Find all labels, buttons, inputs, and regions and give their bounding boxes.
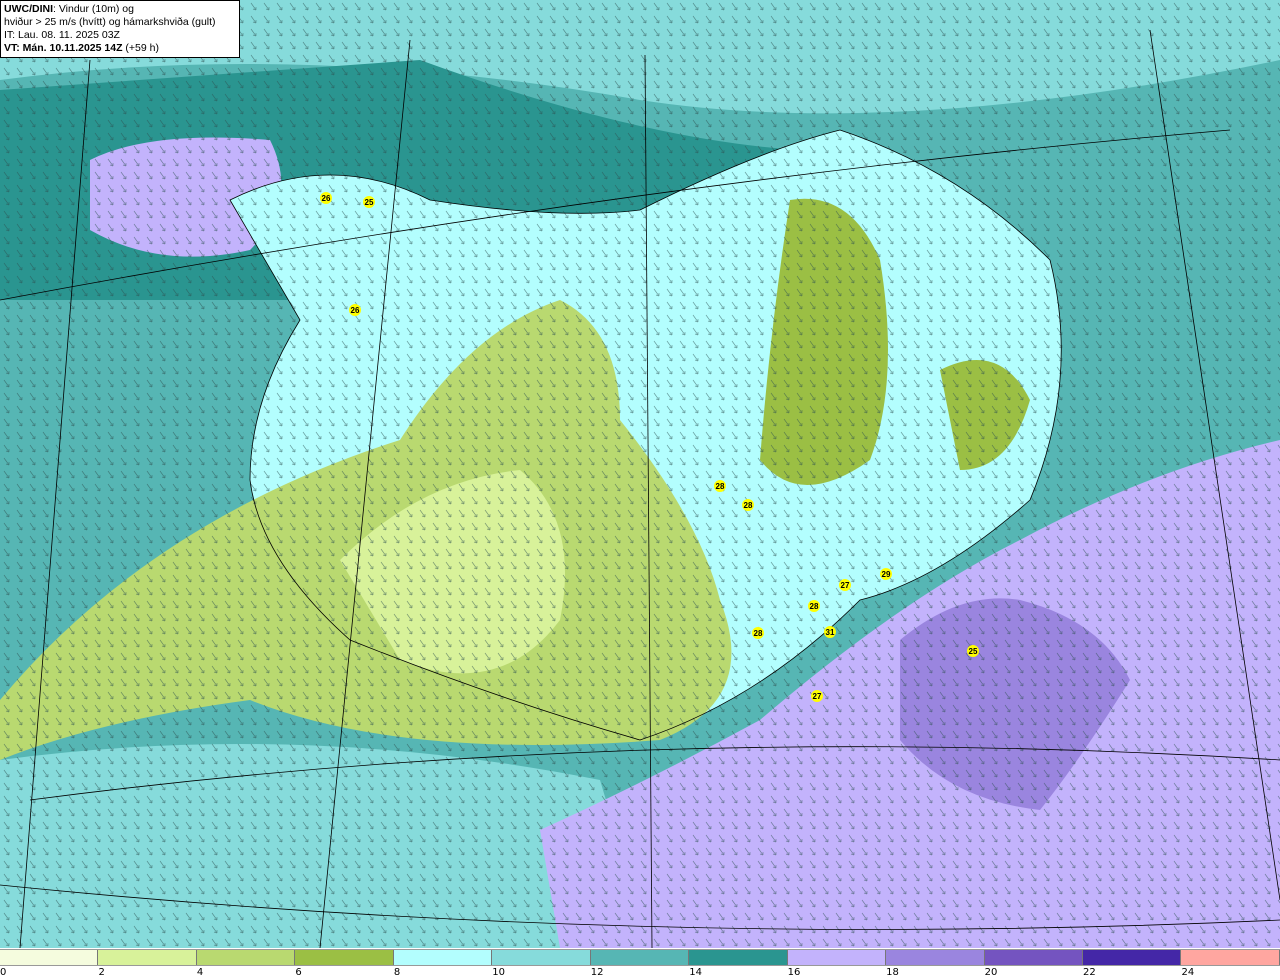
max-gust-label: 28 bbox=[808, 600, 820, 612]
legend-tick: 16 bbox=[787, 967, 801, 978]
gust-value: 26 bbox=[351, 306, 360, 315]
max-gust-label: 28 bbox=[752, 627, 764, 639]
legend-tick: 0 bbox=[0, 967, 7, 978]
gust-value: 28 bbox=[810, 602, 819, 611]
max-gust-label: 26 bbox=[320, 192, 332, 204]
legend-tick: 12 bbox=[590, 967, 604, 978]
legend-swatch bbox=[295, 950, 394, 965]
max-gust-label: 25 bbox=[363, 196, 375, 208]
title-line2: hviður > 25 m/s (hvítt) og hámarkshviða … bbox=[4, 16, 216, 28]
legend-tick: 4 bbox=[196, 967, 204, 978]
map-title-box: UWC/DINI: Vindur (10m) og hviður > 25 m/… bbox=[0, 0, 240, 58]
legend-swatch bbox=[886, 950, 985, 965]
gust-value: 31 bbox=[826, 628, 835, 637]
legend-tick: 14 bbox=[689, 967, 702, 978]
max-gust-label: 27 bbox=[839, 579, 851, 591]
max-gust-label: 29 bbox=[880, 568, 892, 580]
wind-arrows bbox=[0, 0, 1280, 948]
initial-time: IT: Lau. 08. 11. 2025 03Z bbox=[4, 29, 120, 41]
gust-value: 29 bbox=[882, 570, 891, 579]
legend-swatch bbox=[98, 950, 197, 965]
legend-swatch bbox=[689, 950, 788, 965]
color-legend: 0 2 4 6 8 10 12 14 16 18 20 22 24 bbox=[0, 949, 1280, 978]
max-gust-label: 28 bbox=[742, 499, 754, 511]
max-gust-label: 25 bbox=[967, 645, 979, 657]
gust-value: 28 bbox=[716, 482, 725, 491]
legend-swatch bbox=[492, 950, 591, 965]
model-name: UWC/DINI bbox=[4, 3, 53, 15]
legend-swatch bbox=[590, 950, 690, 965]
title-text: : Vindur (10m) og bbox=[53, 3, 134, 15]
gust-value: 27 bbox=[841, 581, 850, 590]
max-gust-label: 31 bbox=[824, 626, 836, 638]
gust-value: 27 bbox=[813, 692, 822, 701]
legend-swatch bbox=[196, 950, 296, 965]
gust-value: 28 bbox=[754, 629, 763, 638]
legend-tick: 2 bbox=[98, 967, 105, 978]
gust-value: 28 bbox=[744, 501, 753, 510]
valid-time: VT: Mán. 10.11.2025 14Z bbox=[4, 42, 123, 54]
legend-swatch bbox=[0, 950, 99, 965]
lead-time: (+59 h) bbox=[122, 42, 159, 54]
legend-swatch bbox=[1181, 950, 1280, 965]
max-gust-label: 27 bbox=[811, 690, 823, 702]
legend-swatch bbox=[984, 950, 1083, 965]
legend-tick: 24 bbox=[1181, 967, 1195, 978]
legend-tick: 18 bbox=[886, 967, 899, 978]
max-gust-label: 28 bbox=[714, 480, 726, 492]
gust-value: 25 bbox=[365, 198, 374, 207]
legend-swatch bbox=[1082, 950, 1182, 965]
max-gust-label: 26 bbox=[349, 304, 361, 316]
legend-tick: 22 bbox=[1083, 967, 1096, 978]
gust-value: 26 bbox=[322, 194, 331, 203]
legend-tick: 8 bbox=[393, 967, 401, 978]
legend-swatch bbox=[393, 950, 493, 965]
legend-tick: 10 bbox=[492, 967, 506, 978]
wind-map: 26 25 26 28 28 27 29 28 31 28 25 27 bbox=[0, 0, 1280, 948]
legend-swatch bbox=[787, 950, 887, 965]
legend-tick: 6 bbox=[295, 967, 302, 978]
gust-value: 25 bbox=[969, 647, 978, 656]
legend-tick: 20 bbox=[984, 967, 998, 978]
